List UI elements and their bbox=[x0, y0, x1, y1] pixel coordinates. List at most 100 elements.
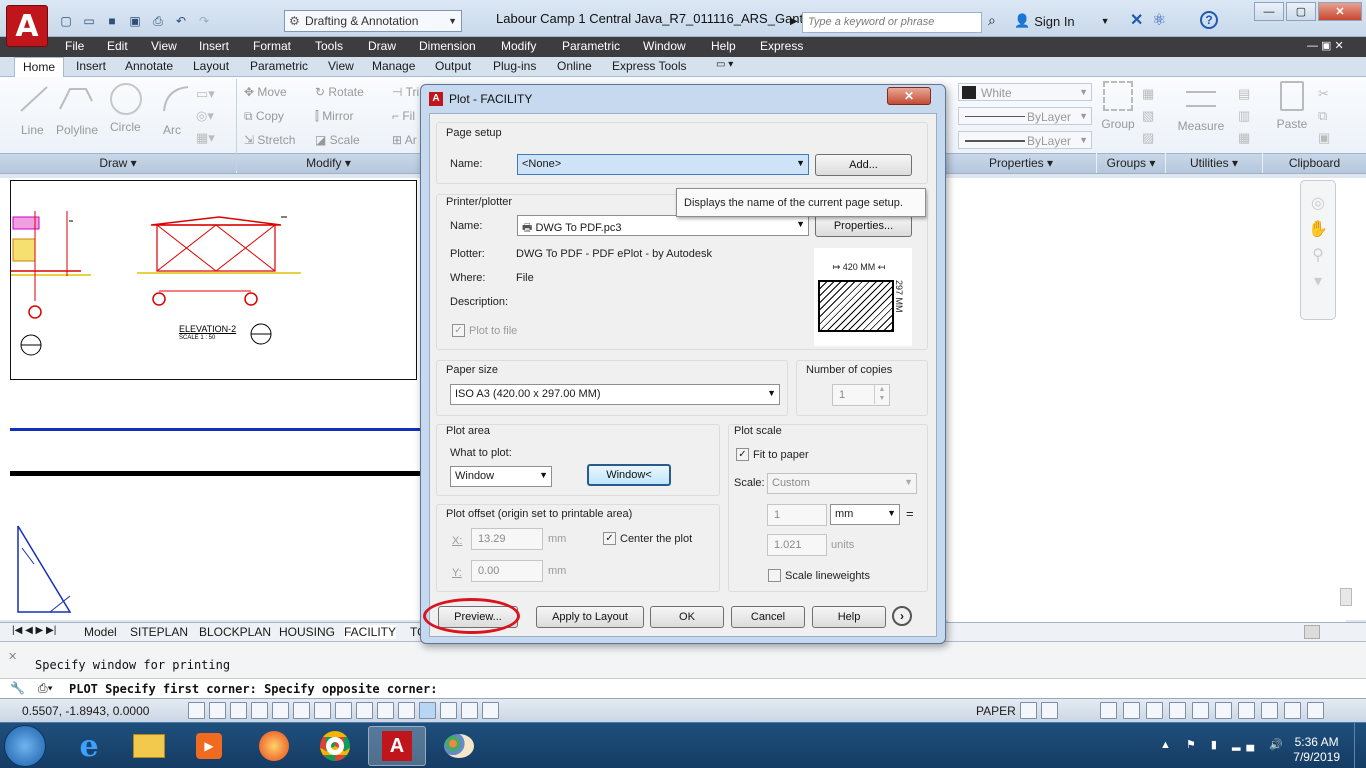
menu-file[interactable]: File bbox=[65, 39, 84, 53]
help-button[interactable]: Help bbox=[812, 606, 886, 628]
notification-icon[interactable] bbox=[1261, 702, 1278, 719]
close-button[interactable]: ✕ bbox=[1318, 2, 1362, 21]
menu-format[interactable]: Format bbox=[253, 39, 291, 53]
add-page-setup-button[interactable]: Add... bbox=[815, 154, 912, 176]
circle-tool[interactable]: Circle bbox=[110, 83, 142, 134]
plot-icon[interactable]: ⎙ bbox=[148, 11, 168, 31]
search-input[interactable]: Type a keyword or phrase bbox=[802, 12, 982, 33]
show-desktop-button[interactable] bbox=[1354, 723, 1366, 768]
menu-tools[interactable]: Tools bbox=[315, 39, 343, 53]
polar-icon[interactable] bbox=[272, 702, 289, 719]
center-plot-checkbox[interactable]: ✓ Center the plot bbox=[603, 532, 692, 545]
isolate-objects-icon[interactable] bbox=[1238, 702, 1255, 719]
linetype-dropdown[interactable]: ByLayer ▼ bbox=[958, 107, 1092, 125]
file-explorer-icon[interactable] bbox=[120, 726, 178, 766]
grid-icon[interactable] bbox=[230, 702, 247, 719]
workspace-switching-icon[interactable] bbox=[1169, 702, 1186, 719]
group-tool[interactable]: Group bbox=[1098, 81, 1138, 131]
status-menu-icon[interactable] bbox=[1284, 702, 1301, 719]
mirror-tool[interactable]: ⫿ Mirror bbox=[315, 109, 354, 124]
rotate-tool[interactable]: ↻ Rotate bbox=[315, 85, 364, 99]
doc-window-controls-icon[interactable]: — ▣ ✕ bbox=[1307, 39, 1344, 52]
menu-parametric[interactable]: Parametric bbox=[562, 39, 620, 53]
autodesk-360-icon[interactable]: ⚛ bbox=[1152, 10, 1166, 30]
dialog-close-button[interactable]: ✕ bbox=[887, 87, 931, 105]
expand-options-icon[interactable]: › bbox=[892, 606, 912, 626]
what-to-plot-dropdown[interactable]: Window ▼ bbox=[450, 466, 552, 487]
minimize-button[interactable]: — bbox=[1254, 2, 1284, 21]
paste-tool[interactable]: Paste bbox=[1272, 81, 1312, 131]
tab-plug-ins[interactable]: Plug-ins bbox=[489, 59, 540, 73]
application-menu-button[interactable]: A bbox=[6, 5, 48, 47]
vertical-scrollbar[interactable] bbox=[1340, 588, 1352, 606]
close-icon[interactable]: ✕ bbox=[8, 650, 17, 663]
tab-insert[interactable]: Insert bbox=[72, 59, 110, 73]
help-icon[interactable]: ? bbox=[1200, 11, 1218, 29]
polyline-tool[interactable]: Polyline bbox=[56, 83, 98, 137]
quick-view-drawings-icon[interactable] bbox=[1041, 702, 1058, 719]
new-file-icon[interactable]: ▢ bbox=[56, 11, 76, 31]
panel-modify[interactable]: Modify ▾ bbox=[237, 153, 420, 173]
panel-utilities[interactable]: Utilities ▾ bbox=[1166, 153, 1262, 173]
ok-button[interactable]: OK bbox=[650, 606, 724, 628]
x-offset-input[interactable]: 13.29 bbox=[471, 528, 543, 550]
panel-properties[interactable]: Properties ▾ bbox=[946, 153, 1096, 173]
snap-mode-icon[interactable] bbox=[209, 702, 226, 719]
chevron-right-icon[interactable]: ▶ bbox=[790, 12, 802, 32]
tab-manage[interactable]: Manage bbox=[368, 59, 419, 73]
clipboard-extra-icons[interactable]: ✂ ⧉ ▣ bbox=[1318, 83, 1330, 149]
cancel-button[interactable]: Cancel bbox=[731, 606, 805, 628]
exchange-icon[interactable]: ✕ bbox=[1130, 10, 1143, 30]
menu-help[interactable]: Help bbox=[711, 39, 736, 53]
menu-draw[interactable]: Draw bbox=[368, 39, 396, 53]
save-icon[interactable]: ■ bbox=[102, 11, 122, 31]
apply-to-layout-button[interactable]: Apply to Layout bbox=[536, 606, 644, 628]
menu-window[interactable]: Window bbox=[643, 39, 686, 53]
selection-cycling-icon[interactable] bbox=[461, 702, 478, 719]
quick-properties-icon[interactable] bbox=[440, 702, 457, 719]
tab-facility[interactable]: FACILITY bbox=[344, 625, 397, 639]
scale-tool[interactable]: ◪ Scale bbox=[315, 133, 360, 147]
clean-screen-icon[interactable] bbox=[1307, 702, 1324, 719]
ribbon-minimize-icon[interactable]: ▭ ▾ bbox=[712, 59, 737, 70]
fillet-tool[interactable]: ⌐ Fil bbox=[392, 109, 415, 123]
menu-insert[interactable]: Insert bbox=[199, 39, 229, 53]
tab-parametric[interactable]: Parametric bbox=[246, 59, 312, 73]
ducs-icon[interactable] bbox=[356, 702, 373, 719]
scale-unit-dropdown[interactable]: mm ▼ bbox=[830, 504, 900, 525]
panel-draw[interactable]: Draw ▾ bbox=[0, 153, 236, 173]
maximize-viewport-icon[interactable] bbox=[1100, 702, 1117, 719]
ortho-icon[interactable] bbox=[251, 702, 268, 719]
menu-express[interactable]: Express bbox=[760, 39, 803, 53]
tab-annotate[interactable]: Annotate bbox=[121, 59, 177, 73]
undo-icon[interactable]: ↶ bbox=[171, 11, 191, 31]
annotation-scale-icon[interactable] bbox=[1123, 702, 1140, 719]
utilities-extra-icons[interactable]: ▤ ▥ ▦ bbox=[1238, 83, 1250, 149]
sign-in-button[interactable]: 👤 Sign In ▼ bbox=[1014, 13, 1110, 29]
menu-view[interactable]: View bbox=[151, 39, 177, 53]
tab-home[interactable]: Home bbox=[14, 57, 65, 78]
navigation-bar[interactable]: ◎ ✋ ⚲ ▾ bbox=[1300, 180, 1336, 320]
printer-name-dropdown[interactable]: 🖶 DWG To PDF.pc3 ▼ bbox=[517, 215, 809, 236]
workspace-selector[interactable]: ⚙ Drafting & Annotation ▼ bbox=[284, 10, 462, 32]
fit-to-paper-checkbox[interactable]: ✓ Fit to paper bbox=[736, 448, 809, 461]
system-tray-icons[interactable]: ▲ ⚑ ▮ ▂▄ 🔊 bbox=[1160, 738, 1289, 751]
panel-groups[interactable]: Groups ▾ bbox=[1097, 153, 1165, 173]
groups-extra-icons[interactable]: ▦ ▧ ▨ bbox=[1142, 83, 1154, 149]
scale-paper-units-input[interactable]: 1 bbox=[767, 504, 827, 526]
maximize-button[interactable]: ▢ bbox=[1286, 2, 1316, 21]
chrome-icon[interactable] bbox=[306, 726, 364, 766]
copies-spinner-icon[interactable]: ▲ ▼ bbox=[874, 385, 889, 404]
page-setup-name-dropdown[interactable]: <None> ▼ bbox=[517, 154, 809, 175]
printer-properties-button[interactable]: Properties... bbox=[815, 215, 912, 237]
tab-model[interactable]: Model bbox=[84, 625, 117, 639]
save-as-icon[interactable]: ▣ bbox=[125, 11, 145, 31]
tab-output[interactable]: Output bbox=[431, 59, 475, 73]
line-tool[interactable]: Line bbox=[18, 83, 50, 137]
osnap-icon[interactable] bbox=[293, 702, 310, 719]
clock[interactable]: 5:36 AM 7/9/2019 bbox=[1293, 735, 1340, 765]
menu-dimension[interactable]: Dimension bbox=[419, 39, 476, 53]
window-select-button[interactable]: Window< bbox=[587, 464, 671, 486]
trim-tool[interactable]: ⊣ Tri bbox=[392, 85, 419, 99]
horizontal-scroll-thumb[interactable] bbox=[1304, 625, 1320, 639]
